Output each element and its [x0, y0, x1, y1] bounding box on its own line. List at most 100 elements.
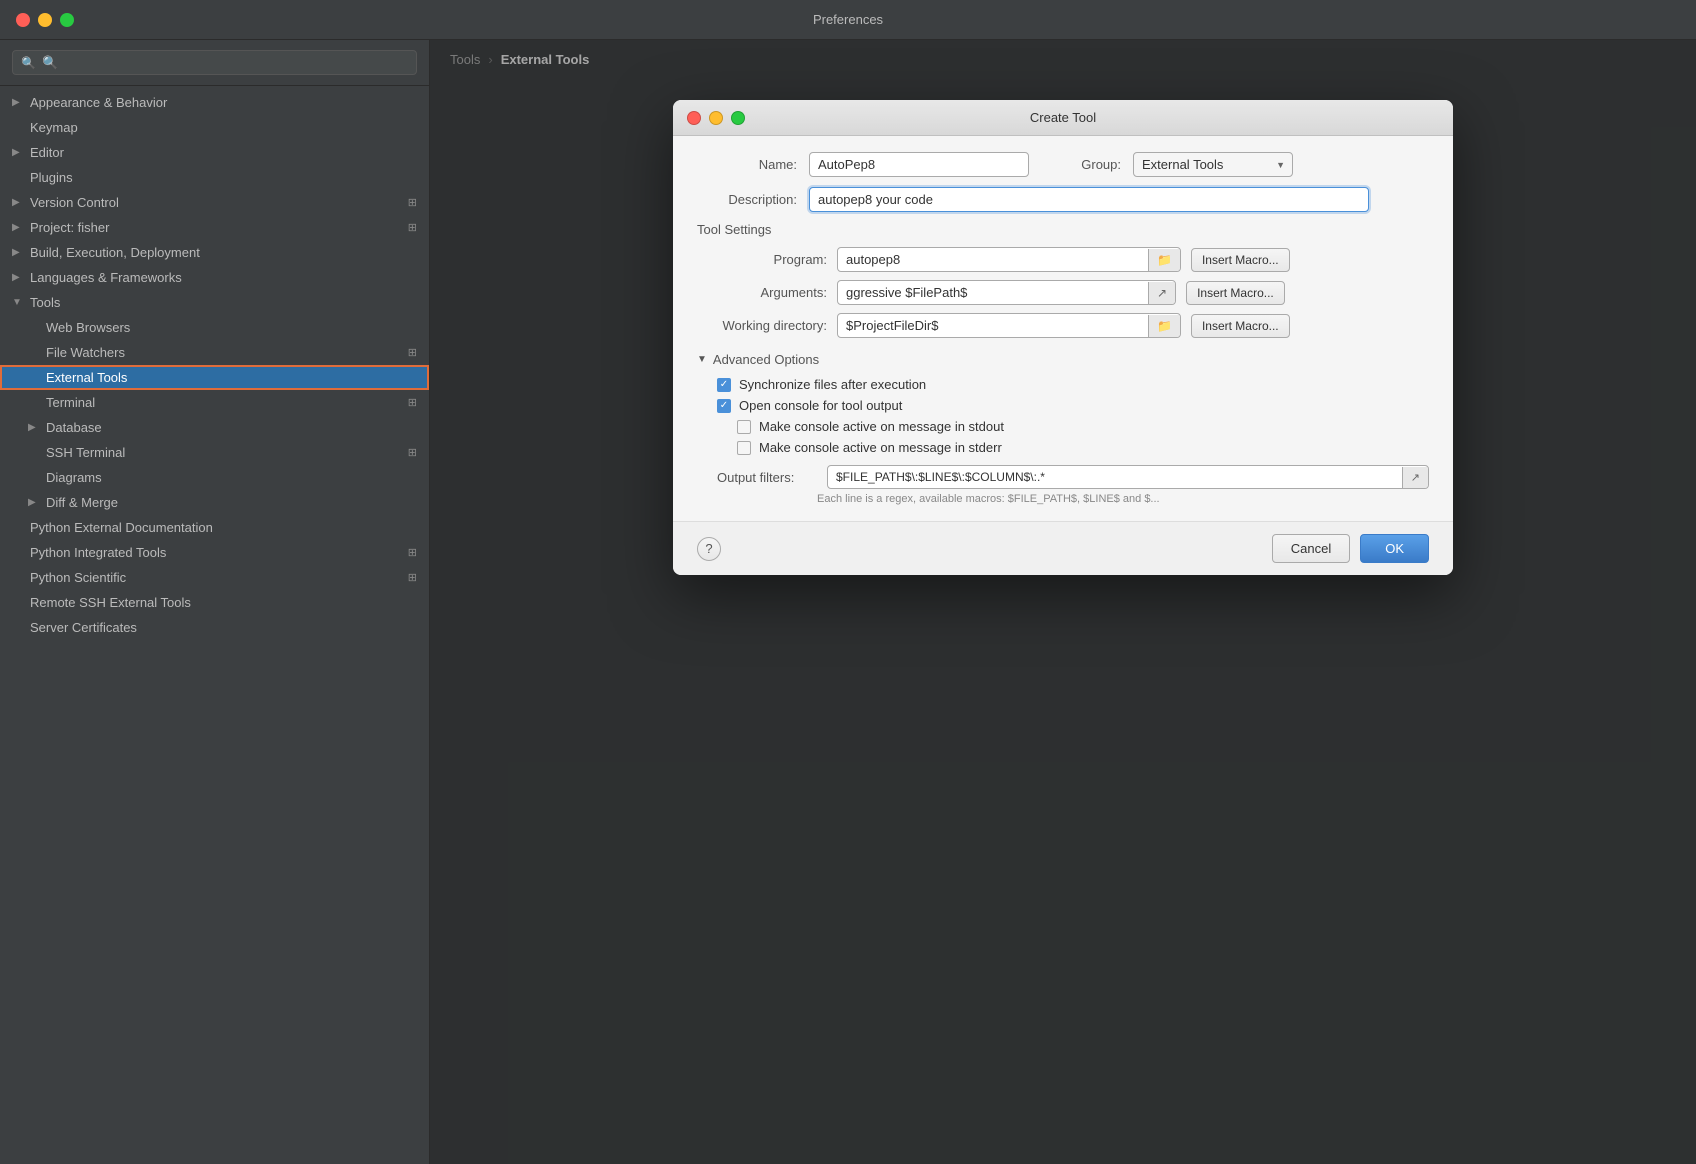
dialog-title: Create Tool [1030, 110, 1096, 125]
sidebar-item-server-certificates[interactable]: Server Certificates [0, 615, 429, 640]
output-filters-label: Output filters: [717, 470, 817, 485]
advanced-options-toggle[interactable]: ▼ Advanced Options [697, 352, 1429, 367]
sidebar-item-label: Tools [30, 295, 417, 310]
sidebar-item-remote-ssh-external-tools[interactable]: Remote SSH External Tools [0, 590, 429, 615]
dialog-close-button[interactable] [687, 111, 701, 125]
sidebar-item-terminal[interactable]: Terminal ⊞ [0, 390, 429, 415]
expand-icon[interactable]: ↗ [1402, 467, 1428, 488]
arguments-input[interactable] [838, 281, 1148, 304]
dialog-footer: ? Cancel OK [673, 521, 1453, 575]
sidebar-item-diff-merge[interactable]: ▶ Diff & Merge [0, 490, 429, 515]
search-icon: 🔍 [21, 56, 36, 70]
sidebar-item-plugins[interactable]: Plugins [0, 165, 429, 190]
group-select[interactable]: External Tools [1133, 152, 1293, 177]
dialog-body: Name: Group: External Tools Description: [673, 136, 1453, 521]
console-stdout-checkbox[interactable] [737, 420, 751, 434]
sidebar-item-keymap[interactable]: Keymap [0, 115, 429, 140]
open-console-checkbox[interactable]: ✓ [717, 399, 731, 413]
sidebar-item-label: Server Certificates [30, 620, 417, 635]
sidebar-item-label: Database [46, 420, 417, 435]
sidebar-item-label: Remote SSH External Tools [30, 595, 417, 610]
program-insert-macro-button[interactable]: Insert Macro... [1191, 248, 1290, 272]
main-layout: 🔍 ▶ Appearance & Behavior Keymap ▶ Edito… [0, 40, 1696, 1164]
sidebar-item-project-fisher[interactable]: ▶ Project: fisher ⊞ [0, 215, 429, 240]
sidebar-item-label: Editor [30, 145, 417, 160]
titlebar: Preferences [0, 0, 1696, 40]
dialog-minimize-button[interactable] [709, 111, 723, 125]
advanced-options-section: ▼ Advanced Options ✓ Synchronize files a… [697, 352, 1429, 505]
cancel-button[interactable]: Cancel [1272, 534, 1350, 563]
expand-arrow-icon: ▶ [12, 222, 26, 233]
description-row: Description: [697, 187, 1429, 212]
working-directory-input[interactable] [838, 314, 1148, 337]
sidebar-item-ssh-terminal[interactable]: SSH Terminal ⊞ [0, 440, 429, 465]
sidebar-item-python-scientific[interactable]: Python Scientific ⊞ [0, 565, 429, 590]
folder-icon[interactable]: 📁 [1148, 315, 1180, 337]
sidebar-item-label: Web Browsers [46, 320, 417, 335]
expand-arrow-icon: ▶ [12, 247, 26, 258]
sidebar-item-label: Languages & Frameworks [30, 270, 417, 285]
content-area: Tools › External Tools Create Tool [430, 40, 1696, 1164]
advanced-arrow-icon: ▼ [697, 354, 707, 365]
sidebar-item-database[interactable]: ▶ Database [0, 415, 429, 440]
copy-icon: ⊞ [408, 446, 417, 459]
sidebar-item-python-integrated-tools[interactable]: Python Integrated Tools ⊞ [0, 540, 429, 565]
sidebar-item-version-control[interactable]: ▶ Version Control ⊞ [0, 190, 429, 215]
footer-actions: Cancel OK [1272, 534, 1429, 563]
sidebar-item-web-browsers[interactable]: Web Browsers [0, 315, 429, 340]
sidebar-item-label: SSH Terminal [46, 445, 404, 460]
maximize-button[interactable] [60, 13, 74, 27]
ok-button[interactable]: OK [1360, 534, 1429, 563]
console-stderr-label: Make console active on message in stderr [759, 440, 1002, 455]
expand-arrow-icon: ▶ [28, 497, 42, 508]
sidebar-item-editor[interactable]: ▶ Editor [0, 140, 429, 165]
name-input[interactable] [809, 152, 1029, 177]
search-wrap[interactable]: 🔍 [12, 50, 417, 75]
sidebar-item-label: Terminal [46, 395, 404, 410]
expand-arrow-icon: ▶ [12, 147, 26, 158]
checkbox-row-open-console: ✓ Open console for tool output [697, 398, 1429, 413]
sidebar-item-label: Diagrams [46, 470, 417, 485]
sidebar-item-python-external-documentation[interactable]: Python External Documentation [0, 515, 429, 540]
help-button[interactable]: ? [697, 537, 721, 561]
arguments-insert-macro-button[interactable]: Insert Macro... [1186, 281, 1285, 305]
copy-icon: ⊞ [408, 221, 417, 234]
collapse-arrow-icon: ▼ [12, 297, 26, 308]
sidebar-item-external-tools[interactable]: External Tools [0, 365, 429, 390]
output-hint: Each line is a regex, available macros: … [817, 493, 1429, 505]
sidebar-item-file-watchers[interactable]: File Watchers ⊞ [0, 340, 429, 365]
sidebar-item-diagrams[interactable]: Diagrams [0, 465, 429, 490]
checkbox-row-console-stdout: Make console active on message in stdout [697, 419, 1429, 434]
sync-files-checkbox[interactable]: ✓ [717, 378, 731, 392]
sidebar-item-languages-frameworks[interactable]: ▶ Languages & Frameworks [0, 265, 429, 290]
working-directory-label: Working directory: [697, 318, 827, 333]
sidebar-item-appearance-behavior[interactable]: ▶ Appearance & Behavior [0, 90, 429, 115]
expand-icon[interactable]: ↗ [1148, 282, 1175, 304]
sidebar-item-label: External Tools [46, 370, 417, 385]
sidebar-item-tools[interactable]: ▼ Tools [0, 290, 429, 315]
dialog-maximize-button[interactable] [731, 111, 745, 125]
output-filters-input[interactable] [828, 466, 1402, 488]
sidebar-item-label: Appearance & Behavior [30, 95, 417, 110]
output-filters-input-wrap: ↗ [827, 465, 1429, 489]
minimize-button[interactable] [38, 13, 52, 27]
sidebar-item-build-execution-deployment[interactable]: ▶ Build, Execution, Deployment [0, 240, 429, 265]
close-button[interactable] [16, 13, 30, 27]
name-label: Name: [697, 157, 797, 172]
sidebar-item-label: Python Integrated Tools [30, 545, 404, 560]
working-directory-input-wrap: 📁 [837, 313, 1181, 338]
checkbox-row-sync-files: ✓ Synchronize files after execution [697, 377, 1429, 392]
advanced-options-label: Advanced Options [713, 352, 819, 367]
search-input[interactable] [42, 55, 408, 70]
console-stderr-checkbox[interactable] [737, 441, 751, 455]
tool-settings-title: Tool Settings [697, 222, 1429, 237]
folder-icon[interactable]: 📁 [1148, 249, 1180, 271]
group-label: Group: [1061, 157, 1121, 172]
working-directory-insert-macro-button[interactable]: Insert Macro... [1191, 314, 1290, 338]
program-input[interactable] [838, 248, 1148, 271]
description-input[interactable] [809, 187, 1369, 212]
nav-tree: ▶ Appearance & Behavior Keymap ▶ Editor … [0, 86, 429, 644]
copy-icon: ⊞ [408, 571, 417, 584]
sidebar-item-label: Diff & Merge [46, 495, 417, 510]
sidebar-item-label: Plugins [30, 170, 417, 185]
